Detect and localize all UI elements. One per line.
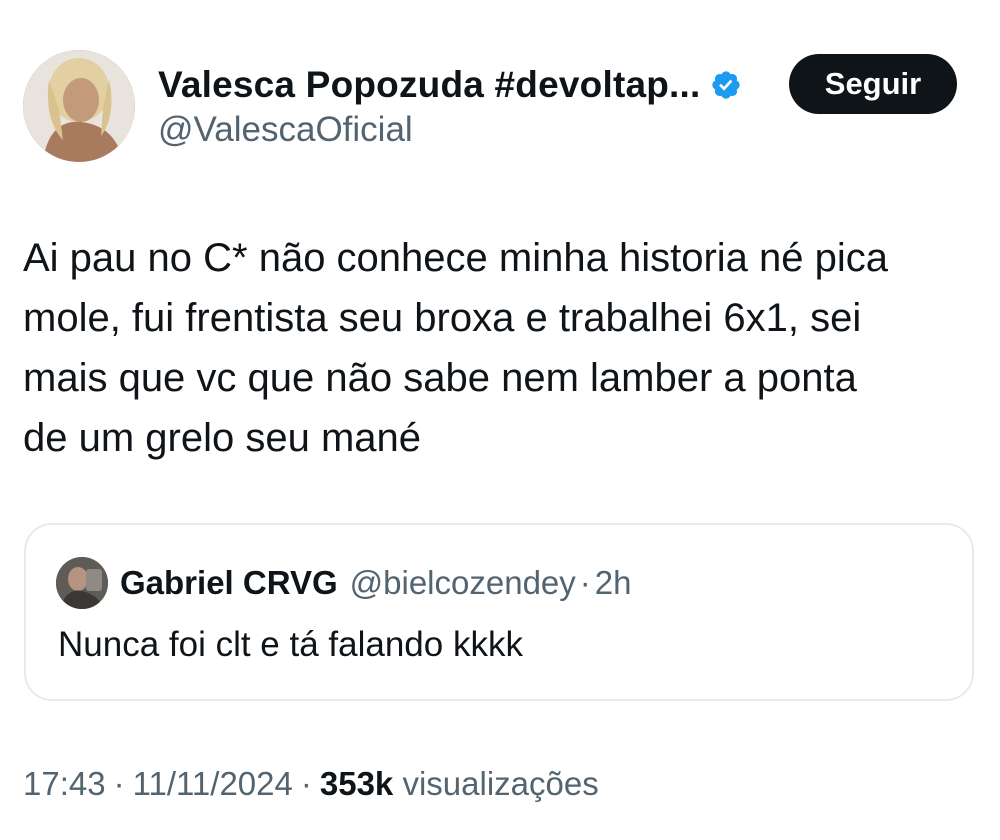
quoted-tweet-time[interactable]: 2h [595, 564, 632, 602]
author-display-name[interactable]: Valesca Popozuda #devoltap... [158, 64, 700, 106]
quoted-separator: · [579, 564, 591, 601]
tweet-date[interactable]: 11/11/2024 [133, 765, 293, 802]
views-count[interactable]: 353k [320, 765, 393, 802]
quoted-author-avatar[interactable] [56, 557, 108, 609]
author-handle[interactable]: @ValescaOficial [158, 110, 413, 150]
quoted-tweet-text: Nunca foi clt e tá falando kkkk [58, 625, 523, 664]
tweet-page: Valesca Popozuda #devoltap... @ValescaOf… [0, 0, 1000, 840]
quoted-author-handle[interactable]: @bielcozendey [350, 564, 576, 602]
views-label: visualizações [402, 765, 599, 802]
tweet-text: Ai pau no C* não conhece minha historia … [23, 236, 888, 460]
tweet-meta: 17:43 · 11/11/2024 · 353k visualizações [23, 765, 599, 803]
quoted-author-name[interactable]: Gabriel CRVG [120, 564, 338, 602]
tweet-time[interactable]: 17:43 [23, 765, 106, 802]
verified-badge-icon [710, 69, 742, 101]
author-avatar[interactable] [23, 50, 135, 162]
meta-separator: · [300, 765, 312, 802]
meta-separator: · [113, 765, 125, 802]
author-name-row: Valesca Popozuda #devoltap... [158, 64, 742, 106]
follow-button[interactable]: Seguir [789, 54, 957, 114]
quoted-tweet-card[interactable]: Gabriel CRVG @bielcozendey · 2h Nunca fo… [24, 523, 974, 701]
quoted-avatar-image [56, 557, 108, 609]
quoted-tweet-header: Gabriel CRVG @bielcozendey · 2h [56, 557, 632, 609]
avatar-image [23, 50, 135, 162]
